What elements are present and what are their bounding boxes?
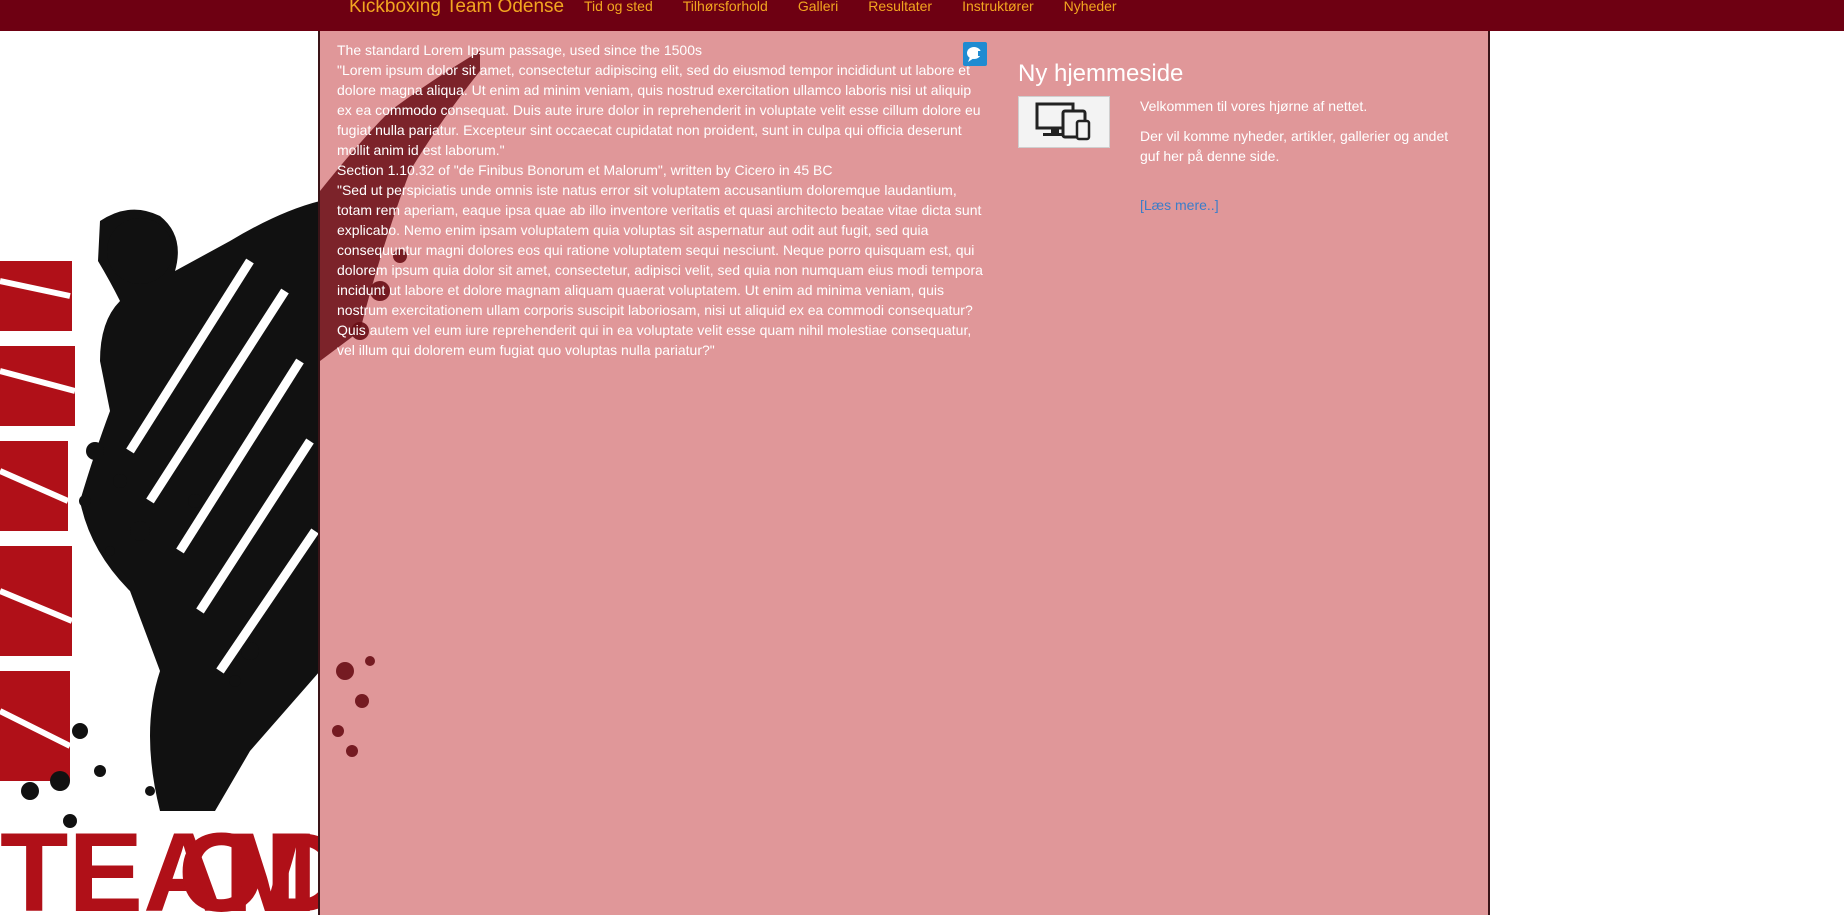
sidebar-text: Velkommen til vores hjørne af nettet. De… (1140, 96, 1462, 176)
article-paragraph: "Lorem ipsum dolor sit amet, consectetur… (337, 62, 981, 158)
read-more-link[interactable]: [Læs mere..] (1140, 197, 1219, 213)
article-heading: The standard Lorem Ipsum passage, used s… (337, 42, 702, 58)
article-paragraph: "Sed ut perspiciatis unde omnis iste nat… (337, 182, 983, 358)
main-article: The standard Lorem Ipsum passage, used s… (337, 40, 989, 360)
nav-link-instruktorer[interactable]: Instruktører (962, 0, 1034, 14)
nav-link-tilhorsforhold[interactable]: Tilhørsforhold (683, 0, 768, 14)
sidebar-title: Ny hjemmeside (1018, 60, 1184, 87)
nav-link-resultater[interactable]: Resultater (868, 0, 932, 14)
nav-links: Tid og sted Tilhørsforhold Galleri Resul… (584, 0, 1147, 14)
nav-link-galleri[interactable]: Galleri (798, 0, 838, 14)
top-navbar: Kickboxing Team Odense Tid og sted Tilhø… (0, 0, 1844, 31)
devices-icon[interactable] (1018, 96, 1110, 148)
sidebar-description: Der vil komme nyheder, artikler, galleri… (1140, 128, 1449, 164)
article-subheading: Section 1.10.32 of "de Finibus Bonorum e… (337, 162, 833, 178)
nav-link-nyheder[interactable]: Nyheder (1064, 0, 1117, 14)
brand-link[interactable]: Kickboxing Team Odense (349, 0, 564, 18)
content-panel: The standard Lorem Ipsum passage, used s… (318, 31, 1490, 915)
chat-bubble-icon[interactable] (963, 42, 987, 66)
nav-link-tid-og-sted[interactable]: Tid og sted (584, 0, 653, 14)
sidebar-welcome: Velkommen til vores hjørne af nettet. (1140, 98, 1368, 114)
